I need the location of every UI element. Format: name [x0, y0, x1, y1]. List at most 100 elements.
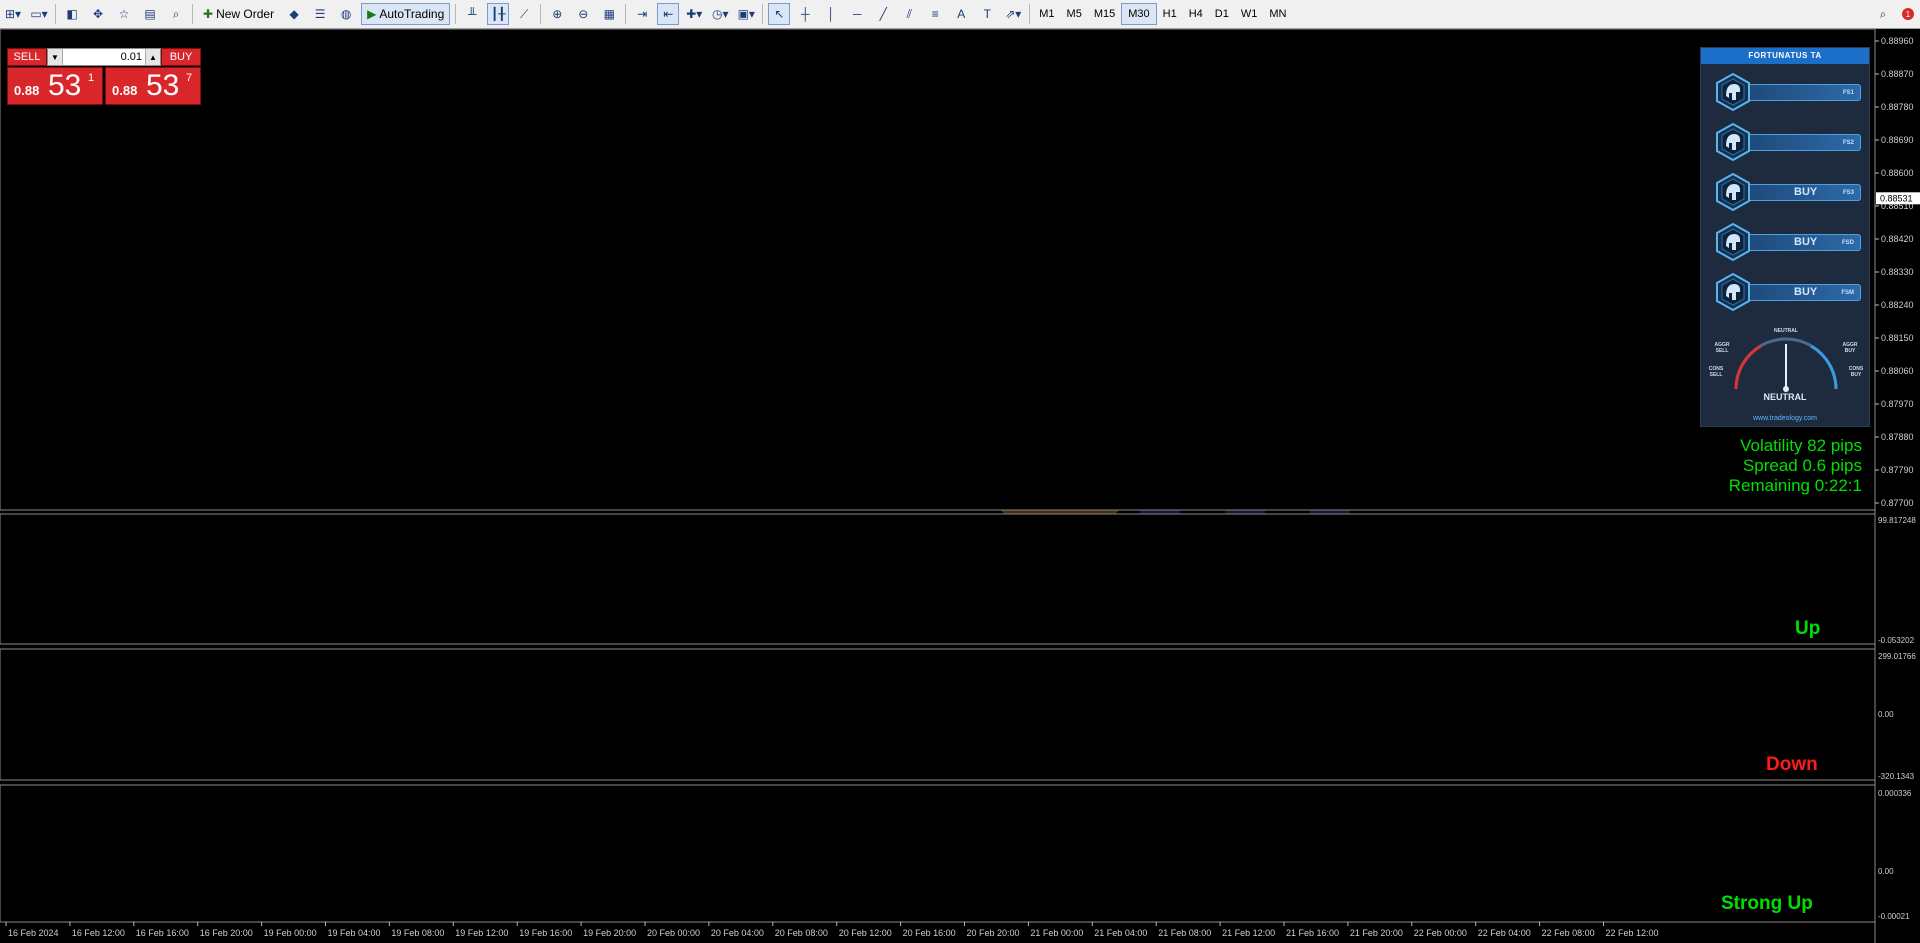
spread-text: Spread 0.6 pips — [1742, 456, 1862, 475]
time-label: 16 Feb 16:00 — [136, 928, 189, 938]
metaeditor-icon[interactable]: ◆ — [283, 3, 305, 25]
volume-input[interactable]: 0.01 — [63, 49, 145, 65]
ea-signal-label: FS2 — [1842, 140, 1854, 146]
navigator-icon[interactable]: ☆ — [113, 3, 135, 25]
ea-signal-row-fs3[interactable]: BUY FS3 — [1713, 172, 1863, 212]
sell-price-button[interactable]: 0.88 53 1 — [7, 67, 103, 105]
crosshair-icon[interactable]: ┼ — [794, 3, 816, 25]
fs1-scale-top: 99.817248 — [1878, 516, 1916, 525]
autotrading-button[interactable]: ▶ AutoTrading — [361, 3, 451, 25]
time-label: 19 Feb 00:00 — [264, 928, 317, 938]
ea-signal-label: FSM — [1841, 290, 1854, 296]
timeframe-d1[interactable]: D1 — [1209, 4, 1235, 24]
new-order-button[interactable]: ✚ New Order — [198, 3, 279, 25]
time-label: 22 Feb 04:00 — [1478, 928, 1531, 938]
ea-signal-row-fs1[interactable]: FS1 — [1713, 72, 1863, 112]
timeframe-m30[interactable]: M30 — [1121, 3, 1157, 25]
volume-stepper[interactable]: ▼ 0.01 ▲ — [47, 48, 161, 66]
notification-badge[interactable]: 1 — [1902, 8, 1914, 20]
zoom-in-icon[interactable]: ⊕ — [546, 3, 568, 25]
text-icon[interactable]: A — [950, 3, 972, 25]
fibonacci-icon[interactable]: ≡ — [924, 3, 946, 25]
ea-signal-label: FS3 — [1842, 190, 1854, 196]
price-label: 0.88240 — [1881, 300, 1914, 310]
time-label: 16 Feb 20:00 — [200, 928, 253, 938]
new-order-icon: ✚ — [203, 7, 214, 21]
cursor-icon[interactable]: ↖ — [768, 3, 791, 25]
arrows-icon[interactable]: ⇗▾ — [1002, 3, 1024, 25]
zoom-out-icon[interactable]: ⊖ — [572, 3, 594, 25]
ea-signal-bar: BUY FSD — [1747, 234, 1861, 251]
strategy-tester-icon[interactable]: ⌕ — [165, 3, 187, 25]
time-label: 19 Feb 12:00 — [455, 928, 508, 938]
fs2-signal: Down — [1766, 754, 1818, 775]
periods-icon[interactable]: ◷▾ — [709, 3, 731, 25]
text-label-icon[interactable]: T — [976, 3, 998, 25]
timeframe-m5[interactable]: M5 — [1061, 4, 1088, 24]
ea-signal-action: BUY — [1794, 286, 1818, 298]
time-label: 20 Feb 00:00 — [647, 928, 700, 938]
fs3-signal: Strong Up — [1721, 893, 1813, 914]
time-label: 21 Feb 00:00 — [1030, 928, 1083, 938]
spartan-helmet-icon — [1716, 72, 1750, 112]
price-label: 0.87970 — [1881, 399, 1914, 409]
ea-website[interactable]: www.tradeology.com — [1701, 415, 1869, 422]
timeframe-w1[interactable]: W1 — [1235, 4, 1264, 24]
signals-icon[interactable]: ☰ — [309, 3, 331, 25]
ea-signal-label: FS1 — [1842, 90, 1854, 96]
vertical-line-icon[interactable]: │ — [820, 3, 842, 25]
fs3-scale-mid: 0.00 — [1878, 867, 1894, 876]
candlestick-icon[interactable]: ┃╂ — [487, 3, 510, 25]
toolbar-divider — [1029, 4, 1031, 24]
ea-panel: FORTUNATUS TA FS1 FS2 BUY FS3 BUY FSD BUY FSM N… — [1700, 47, 1870, 427]
line-chart-icon[interactable]: ⟋ — [513, 3, 535, 25]
sell-price-big: 53 — [48, 69, 82, 102]
search-icon[interactable]: ⌕ — [1872, 3, 1894, 25]
spartan-helmet-icon — [1716, 122, 1750, 162]
price-chart[interactable]: ecomforex.com AUDCAD,M30 0.88550 0.88552… — [0, 29, 1920, 943]
timeframe-h4[interactable]: H4 — [1183, 4, 1209, 24]
new-chart-icon[interactable]: ⊞▾ — [2, 3, 24, 25]
ea-signal-bar: FS2 — [1747, 134, 1861, 151]
volume-up-icon[interactable]: ▲ — [145, 49, 160, 65]
indicators-icon[interactable]: ✚▾ — [683, 3, 705, 25]
ea-signal-row-fsd[interactable]: BUY FSD — [1713, 222, 1863, 262]
play-icon: ▶ — [367, 7, 377, 21]
templates-icon[interactable]: ▣▾ — [735, 3, 757, 25]
sell-price-prefix: 0.88 — [14, 83, 40, 98]
timeframe-mn[interactable]: MN — [1263, 4, 1292, 24]
tile-windows-icon[interactable]: ▦ — [598, 3, 620, 25]
horizontal-line-icon[interactable]: ─ — [846, 3, 868, 25]
fs3-scale-bottom: -0.00021 — [1878, 912, 1910, 921]
data-window-icon[interactable]: ✥ — [87, 3, 109, 25]
ea-signal-row-fs2[interactable]: FS2 — [1713, 122, 1863, 162]
time-label: 20 Feb 12:00 — [839, 928, 892, 938]
timeframe-h1[interactable]: H1 — [1157, 4, 1183, 24]
pane-frame — [0, 648, 1876, 781]
time-label: 19 Feb 16:00 — [519, 928, 572, 938]
profiles-icon[interactable]: ▭▾ — [28, 3, 50, 25]
terminal-icon[interactable]: ▤ — [139, 3, 161, 25]
trendline-icon[interactable]: ╱ — [872, 3, 894, 25]
ea-signal-row-fsm[interactable]: BUY FSM — [1713, 272, 1863, 312]
fs3-scale-top: 0.000336 — [1878, 789, 1912, 798]
time-label: 22 Feb 12:00 — [1606, 928, 1659, 938]
price-label: 0.88600 — [1881, 168, 1914, 178]
pane-frame — [0, 513, 1876, 645]
timeframe-m15[interactable]: M15 — [1088, 4, 1121, 24]
ea-signal-bar: FS1 — [1747, 84, 1861, 101]
volume-down-icon[interactable]: ▼ — [48, 49, 63, 65]
time-label: 22 Feb 00:00 — [1414, 928, 1467, 938]
time-label: 20 Feb 04:00 — [711, 928, 764, 938]
market-watch-icon[interactable]: ◧ — [61, 3, 83, 25]
info-box: Volatility 82 pips Spread 0.6 pips Remai… — [1729, 436, 1862, 496]
bar-chart-icon[interactable]: ╨ — [461, 3, 483, 25]
buy-price-button[interactable]: 0.88 53 7 — [105, 67, 201, 105]
chart-shift-icon[interactable]: ⇤ — [657, 3, 680, 25]
sell-button[interactable]: SELL — [7, 48, 47, 66]
channel-icon[interactable]: ⫽ — [898, 3, 920, 25]
timeframe-m1[interactable]: M1 — [1033, 4, 1060, 24]
buy-button[interactable]: BUY — [161, 48, 201, 66]
market-icon[interactable]: ◍ — [335, 3, 357, 25]
autoscroll-icon[interactable]: ⇥ — [631, 3, 653, 25]
